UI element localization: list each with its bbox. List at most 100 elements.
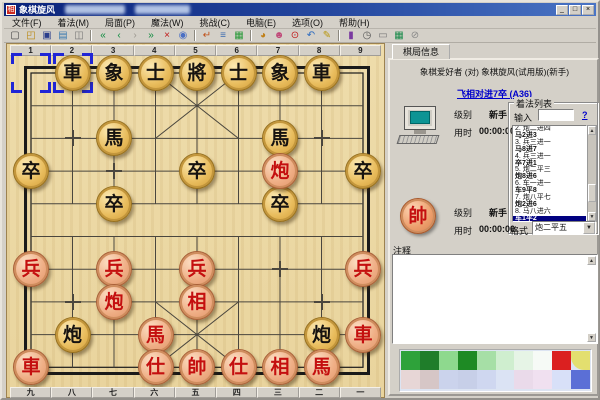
- black-piece[interactable]: 卒: [262, 186, 298, 222]
- move-list-scrollbar[interactable]: ▲ ▼: [587, 125, 597, 222]
- menu-着法[interactable]: 着法(M): [50, 16, 98, 29]
- black-piece[interactable]: 卒: [96, 186, 132, 222]
- new-icon[interactable]: ▢: [7, 29, 23, 42]
- undo-icon[interactable]: ↶: [303, 29, 319, 42]
- palette-cell: [401, 351, 420, 370]
- black-piece[interactable]: 將: [179, 55, 215, 91]
- red-piece[interactable]: 車: [345, 317, 381, 353]
- menu-电脑[interactable]: 电脑(E): [238, 16, 284, 29]
- red-piece[interactable]: 相: [179, 284, 215, 320]
- evaluation-palette: [399, 349, 592, 392]
- properties-icon[interactable]: ◫: [71, 29, 87, 42]
- black-piece[interactable]: 象: [262, 55, 298, 91]
- red-piece[interactable]: 仕: [221, 349, 257, 385]
- delete-move-icon[interactable]: ×: [159, 29, 175, 42]
- xiangqi-board[interactable]: 123456789: [6, 43, 385, 398]
- app-icon: 相: [6, 5, 16, 15]
- notes-textarea[interactable]: ▲ ▼: [392, 254, 598, 344]
- chevron-down-icon[interactable]: ▼: [583, 222, 595, 234]
- monitor-screen: [410, 111, 430, 124]
- scrollbar-thumb[interactable]: [588, 184, 596, 202]
- black-level-label: 级别: [454, 108, 472, 121]
- red-piece[interactable]: 仕: [138, 349, 174, 385]
- red-level-label: 级别: [454, 206, 472, 219]
- toolbar-separator: [250, 30, 252, 41]
- black-piece[interactable]: 車: [55, 55, 91, 91]
- black-piece[interactable]: 卒: [13, 153, 49, 189]
- snapshot-icon[interactable]: ◉: [175, 29, 191, 42]
- menu-帮助[interactable]: 帮助(H): [331, 16, 378, 29]
- card-icon[interactable]: ▦: [231, 29, 247, 42]
- eye-icon[interactable]: ⊙: [287, 29, 303, 42]
- tab-game-info[interactable]: 棋局信息: [392, 44, 450, 59]
- scroll-down-button[interactable]: ▼: [588, 212, 596, 221]
- monitor-stand: [414, 130, 426, 134]
- first-move-icon[interactable]: «: [95, 29, 111, 42]
- palette-cell: [533, 351, 552, 370]
- clock-icon[interactable]: ◷: [359, 29, 375, 42]
- computer-icon: [398, 106, 442, 148]
- palette-cell: [477, 370, 496, 389]
- menu-选项[interactable]: 选项(O): [284, 16, 331, 29]
- menu-文件[interactable]: 文件(F): [4, 16, 50, 29]
- black-piece[interactable]: 卒: [179, 153, 215, 189]
- black-piece[interactable]: 士: [138, 55, 174, 91]
- black-piece[interactable]: 炮: [304, 317, 340, 353]
- palette-cell: [458, 370, 477, 389]
- point-marker: [106, 163, 122, 179]
- palette-icon[interactable]: ◕: [255, 29, 271, 42]
- save-icon[interactable]: ▣: [39, 29, 55, 42]
- close-button[interactable]: ×: [582, 5, 594, 15]
- format-combobox[interactable]: 炮二平五 ▼: [532, 221, 596, 235]
- black-piece[interactable]: 車: [304, 55, 340, 91]
- prev-move-icon[interactable]: ‹: [111, 29, 127, 42]
- black-piece[interactable]: 士: [221, 55, 257, 91]
- help-link[interactable]: ?: [582, 110, 588, 120]
- black-piece[interactable]: 炮: [55, 317, 91, 353]
- red-piece[interactable]: 兵: [345, 251, 381, 287]
- move-input[interactable]: [538, 109, 574, 121]
- last-move-icon[interactable]: »: [143, 29, 159, 42]
- menu-魔法[interactable]: 魔法(W): [143, 16, 192, 29]
- menu-挑战[interactable]: 挑战(C): [192, 16, 239, 29]
- red-piece[interactable]: 炮: [96, 284, 132, 320]
- red-piece[interactable]: 馬: [138, 317, 174, 353]
- engine-icon[interactable]: ☻: [271, 29, 287, 42]
- palette-row-top: [401, 351, 590, 370]
- screen-icon[interactable]: ▦: [391, 29, 407, 42]
- players-line: 象棋爱好者 (对) 象棋旋风(试用版)(新手): [390, 66, 599, 78]
- opening-link[interactable]: 飞相对进7卒 (A36): [390, 87, 599, 100]
- menu-局面[interactable]: 局面(P): [97, 16, 143, 29]
- red-piece[interactable]: 兵: [179, 251, 215, 287]
- red-level-value: 新手: [489, 206, 507, 219]
- scroll-down-button[interactable]: ▼: [587, 333, 596, 342]
- move-list[interactable]: 2. 炮二进四马2进33. 兵三进一马8进74. 兵三进一卒7进15. 炮二平三…: [512, 125, 587, 222]
- black-piece[interactable]: 卒: [345, 153, 381, 189]
- book-icon[interactable]: ▮: [343, 29, 359, 42]
- palette-cell: [552, 351, 571, 370]
- maximize-button[interactable]: □: [569, 5, 581, 15]
- black-piece[interactable]: 象: [96, 55, 132, 91]
- scroll-up-button[interactable]: ▲: [587, 256, 596, 265]
- open-icon[interactable]: ◰: [23, 29, 39, 42]
- red-piece[interactable]: 炮: [262, 153, 298, 189]
- toolbar-separator: [338, 30, 340, 41]
- title-bar[interactable]: 相 象棋旋风 _□×: [4, 3, 596, 16]
- keyboard-icon: [397, 135, 440, 144]
- palette-cell: [496, 370, 515, 389]
- point-marker: [314, 130, 330, 146]
- last-move-from-marker: [11, 53, 51, 93]
- edit-icon[interactable]: ✎: [319, 29, 335, 42]
- stop-icon[interactable]: ⊘: [407, 29, 423, 42]
- red-piece[interactable]: 馬: [304, 349, 340, 385]
- copy-icon[interactable]: ▤: [55, 29, 71, 42]
- red-piece[interactable]: 兵: [96, 251, 132, 287]
- scroll-up-button[interactable]: ▲: [588, 126, 596, 135]
- move-tree-icon[interactable]: ≡: [215, 29, 231, 42]
- palette-cell: [552, 370, 571, 389]
- computer-tool-icon[interactable]: ▭: [375, 29, 391, 42]
- import-icon[interactable]: ↵: [199, 29, 215, 42]
- palette-cell: [514, 351, 533, 370]
- minimize-button[interactable]: _: [556, 5, 568, 15]
- red-piece[interactable]: 兵: [13, 251, 49, 287]
